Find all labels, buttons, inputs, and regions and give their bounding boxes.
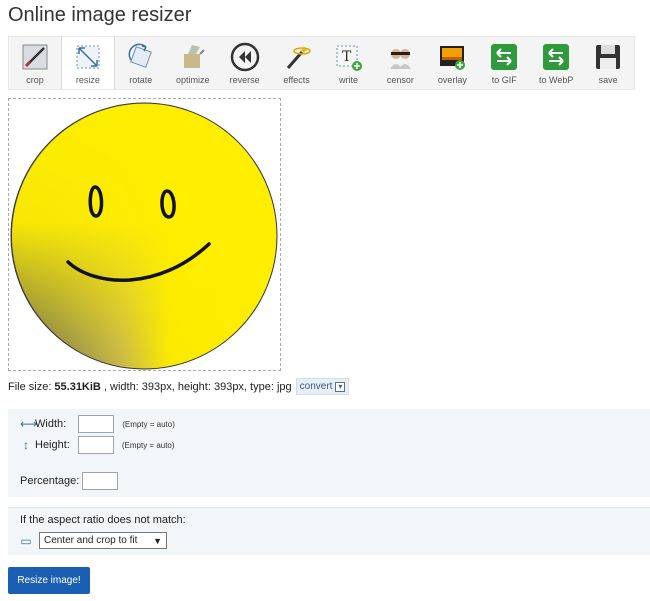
resize-image-button[interactable]: Resize image!: [8, 567, 90, 594]
aspect-select[interactable]: Center and crop to fit ▼: [39, 532, 167, 549]
censor-icon: [384, 40, 416, 73]
tool-rotate[interactable]: rotate: [115, 37, 167, 89]
toolbar: crop resize rotate optimize reverse effe…: [8, 36, 635, 90]
tool-crop[interactable]: crop: [9, 37, 61, 89]
tool-overlay[interactable]: overlay: [426, 37, 478, 89]
width-label: Width:: [35, 418, 67, 430]
width-hint: (Empty = auto): [122, 419, 175, 429]
height-input[interactable]: [77, 436, 114, 454]
save-icon: [592, 40, 624, 73]
crop-fit-icon: ▭: [20, 533, 32, 548]
tool-to-webp[interactable]: to WebP: [530, 37, 582, 89]
image-preview: [8, 98, 281, 371]
height-arrow-icon: ↕: [23, 438, 29, 452]
width-arrow-icon: ⟷: [20, 417, 38, 431]
percentage-label: Percentage:: [20, 475, 80, 487]
to-webp-icon: [540, 40, 572, 73]
chevron-down-icon: ▼: [153, 535, 162, 546]
overlay-icon: [436, 40, 468, 73]
file-info: File size: 55.31KiB , width: 393px, heig…: [8, 378, 350, 395]
tool-save[interactable]: save: [582, 37, 634, 89]
height-label: Height:: [35, 439, 70, 451]
optimize-icon: [177, 40, 209, 73]
tool-resize[interactable]: resize: [60, 37, 115, 89]
percentage-input[interactable]: [82, 472, 119, 490]
convert-button[interactable]: convert ▾: [295, 378, 350, 395]
resize-icon: [72, 40, 104, 73]
effects-icon: [281, 40, 313, 73]
percentage-row: Percentage:: [20, 472, 119, 490]
tool-censor[interactable]: censor: [374, 37, 426, 89]
aspect-panel: If the aspect ratio does not match: ▭ Ce…: [8, 507, 650, 555]
tool-write[interactable]: T write: [323, 37, 375, 89]
chevron-down-icon: ▾: [335, 381, 346, 392]
width-row: ⟷ Width: (Empty = auto): [20, 415, 175, 433]
crop-icon: [19, 40, 51, 73]
height-hint: (Empty = auto): [121, 440, 175, 450]
tool-effects[interactable]: effects: [271, 37, 323, 89]
write-icon: T: [332, 40, 364, 73]
to-gif-icon: [488, 40, 520, 73]
size-options-panel: ⟷ Width: (Empty = auto) ↕ Height: (Empty…: [8, 409, 650, 497]
svg-text:T: T: [342, 49, 352, 65]
tool-to-gif[interactable]: to GIF: [478, 37, 530, 89]
file-size-value: 55.31KiB: [54, 380, 101, 393]
tool-reverse[interactable]: reverse: [219, 37, 271, 89]
tool-optimize[interactable]: optimize: [167, 37, 219, 89]
reverse-icon: [229, 40, 261, 73]
file-details: , width: 393px, height: 393px, type: jpg: [103, 380, 292, 393]
width-input[interactable]: [78, 415, 115, 433]
page-title: Online image resizer: [8, 4, 192, 26]
smiley-image: [10, 102, 278, 370]
height-row: ↕ Height: (Empty = auto): [20, 436, 175, 454]
rotate-icon: [125, 40, 157, 73]
aspect-label: If the aspect ratio does not match:: [20, 514, 186, 526]
